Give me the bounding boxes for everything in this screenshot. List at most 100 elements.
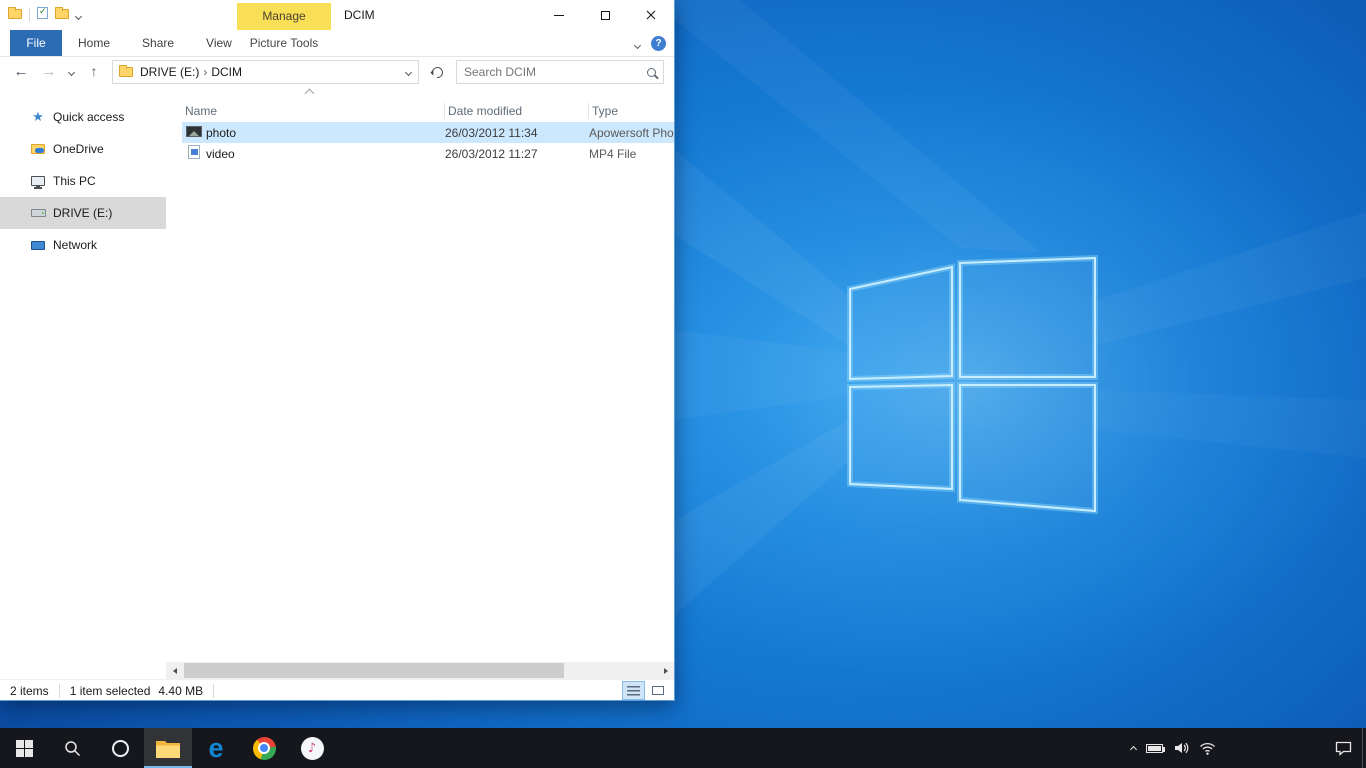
onedrive-folder-icon [30,144,46,154]
sidebar-item-label: DRIVE (E:) [53,206,112,220]
sort-ascending-caret-icon [305,89,315,99]
status-bar: 2 items 1 item selected 4.40 MB [0,679,674,701]
thumbnails-view-icon [652,686,664,695]
battery-icon[interactable] [1146,744,1163,753]
taskbar-edge-button[interactable] [192,728,240,768]
search-icon[interactable] [647,68,656,77]
taskbar-file-explorer-button[interactable] [144,728,192,768]
breadcrumb-dcim[interactable]: DCIM [207,65,246,79]
scroll-left-arrow-icon[interactable] [166,662,183,679]
scroll-right-arrow-icon[interactable] [657,662,674,679]
desktop: Manage DCIM File Home Share View Picture… [0,0,1366,768]
maximize-button[interactable] [582,0,628,30]
forward-button[interactable] [36,60,62,84]
minimize-icon [554,15,564,16]
taskbar-search-button[interactable] [48,728,96,768]
ribbon-tab-strip: File Home Share View Picture Tools [0,30,674,57]
back-arrow-icon [14,63,29,81]
window-content: Quick access OneDrive This PC DRIVE (E:)… [0,87,674,679]
taskbar-chrome-button[interactable] [240,728,288,768]
cortana-button[interactable] [96,728,144,768]
items-count: 2 items [10,684,49,698]
chrome-icon [253,737,276,760]
file-list-pane: Name Date modified Type photo 26/03/2012… [166,87,674,679]
system-tray [1131,728,1216,768]
network-wifi-icon[interactable] [1199,741,1216,756]
minimize-button[interactable] [536,0,582,30]
file-name: video [206,147,445,161]
video-file-icon [188,145,200,162]
selection-size: 4.40 MB [158,684,203,698]
horizontal-scrollbar[interactable] [166,662,674,679]
sidebar-item-network[interactable]: Network [0,229,166,261]
expand-ribbon-chevron-icon[interactable] [635,35,640,53]
chevron-down-icon [404,68,411,75]
column-header-type[interactable]: Type [589,103,674,119]
tab-picture-tools[interactable]: Picture Tools [237,30,331,57]
sidebar-item-drive-e[interactable]: DRIVE (E:) [0,197,166,229]
taskbar-itunes-button[interactable] [288,728,336,768]
file-explorer-folder-icon [155,738,181,759]
close-button[interactable] [628,0,674,30]
up-arrow-icon [91,63,98,81]
sidebar-item-onedrive[interactable]: OneDrive [0,133,166,165]
file-type: MP4 File [589,147,674,161]
breadcrumb-drive[interactable]: DRIVE (E:) [136,65,203,79]
status-divider [213,684,214,698]
start-button[interactable] [0,728,48,768]
cortana-ring-icon [112,740,129,757]
address-dropdown-button[interactable] [398,70,418,75]
network-icon [30,241,46,250]
photo-file-icon [186,126,202,140]
tab-file[interactable]: File [10,30,62,56]
tab-share[interactable]: Share [126,30,190,56]
thumbnails-view-button[interactable] [647,682,668,699]
file-explorer-window: Manage DCIM File Home Share View Picture… [0,0,675,701]
folder-icon [119,67,133,77]
chevron-down-icon [68,68,75,75]
maximize-icon [601,11,610,20]
scrollbar-thumb[interactable] [184,663,564,678]
quick-access-toolbar [8,0,81,30]
close-icon [646,10,656,20]
tab-home[interactable]: Home [62,30,126,56]
column-headers: Name Date modified Type [182,100,674,122]
sidebar-item-label: Quick access [53,110,124,124]
navigation-bar: DRIVE (E:) › DCIM [0,57,674,87]
help-icon[interactable] [651,36,666,51]
details-view-button[interactable] [623,682,644,699]
quick-access-star-icon [30,110,46,125]
file-date-modified: 26/03/2012 11:27 [445,147,589,161]
search-input[interactable] [464,65,647,79]
this-pc-monitor-icon [30,176,46,186]
properties-button[interactable] [37,6,48,24]
up-button[interactable] [81,60,107,84]
file-type: Apowersoft Pho [589,126,674,140]
back-button[interactable] [8,60,34,84]
forward-arrow-icon [42,63,57,81]
file-row-video[interactable]: video 26/03/2012 11:27 MP4 File [182,143,674,164]
drive-icon [30,209,46,217]
column-header-date-modified[interactable]: Date modified [445,103,589,119]
volume-icon[interactable] [1173,740,1189,756]
sidebar-item-this-pc[interactable]: This PC [0,165,166,197]
taskbar [0,728,1366,768]
file-row-photo[interactable]: photo 26/03/2012 11:34 Apowersoft Pho [182,122,674,143]
refresh-icon [429,64,444,79]
column-header-name[interactable]: Name [182,103,445,119]
caption-buttons [536,0,674,30]
recent-locations-button[interactable] [64,60,79,84]
hidden-icons-chevron-icon[interactable] [1131,739,1136,757]
new-folder-button[interactable] [55,6,69,24]
title-bar[interactable]: Manage DCIM [0,0,674,30]
refresh-button[interactable] [424,60,450,84]
sidebar-item-label: OneDrive [53,142,104,156]
sidebar-item-label: Network [53,238,97,252]
explorer-app-icon [8,6,22,24]
address-bar[interactable]: DRIVE (E:) › DCIM [112,60,419,84]
show-desktop-button[interactable] [1362,728,1366,768]
customize-toolbar-chevron-icon[interactable] [76,6,81,24]
action-center-button[interactable] [1335,728,1352,768]
sidebar-item-quick-access[interactable]: Quick access [0,101,166,133]
manage-contextual-tab[interactable]: Manage [237,3,331,30]
